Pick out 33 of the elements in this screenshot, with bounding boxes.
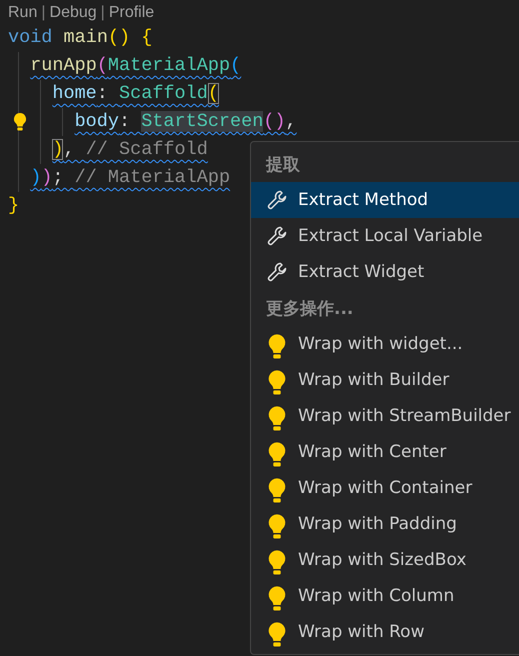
menu-header: 提取 [264, 154, 301, 176]
menu-item-label: Extract Widget [298, 262, 424, 282]
code-line: body: StartScreen(), [74, 110, 297, 134]
codelens-link[interactable]: Profile [108, 4, 154, 22]
menu-item-label: Wrap with StreamBuilder [298, 406, 511, 426]
lightbulb-icon[interactable] [12, 112, 28, 132]
codelens-link[interactable]: Debug [50, 4, 97, 22]
separator: | [41, 4, 46, 22]
menu-item-label: Wrap with Column [298, 586, 454, 606]
code-line: void main() { [8, 26, 152, 50]
menu-item-label: Wrap with Row [298, 622, 424, 642]
wrench-icon [266, 225, 288, 247]
code-line: runApp(MaterialApp( [30, 54, 242, 78]
menu-item-label: Wrap with SizedBox [298, 550, 466, 570]
menu-item-label: Extract Local Variable [298, 226, 483, 246]
separator: | [100, 4, 105, 22]
wrench-icon [266, 189, 288, 211]
code-line: ), // Scaffold [52, 138, 208, 162]
menu-item[interactable]: Extract Widget [251, 254, 519, 290]
code-line: )); // MaterialApp [30, 166, 230, 190]
menu-item-label: Wrap with Builder [298, 370, 450, 390]
menu-item-label: Wrap with Center [298, 442, 446, 462]
code-line: home: Scaffold( [52, 82, 219, 106]
wrench-icon [266, 261, 288, 283]
menu-item-label: Wrap with widget... [298, 334, 463, 354]
menu-item[interactable]: Extract Method [251, 182, 519, 218]
menu-header: 更多操作... [265, 298, 354, 320]
code-line: } [8, 194, 20, 218]
menu-item[interactable]: Extract Local Variable [251, 218, 519, 254]
menu-item-label: Wrap with Padding [298, 514, 457, 534]
codelens-link[interactable]: Run [8, 4, 38, 22]
menu-item-label: Wrap with Container [298, 478, 472, 498]
menu-item-label: Extract Method [298, 190, 428, 210]
